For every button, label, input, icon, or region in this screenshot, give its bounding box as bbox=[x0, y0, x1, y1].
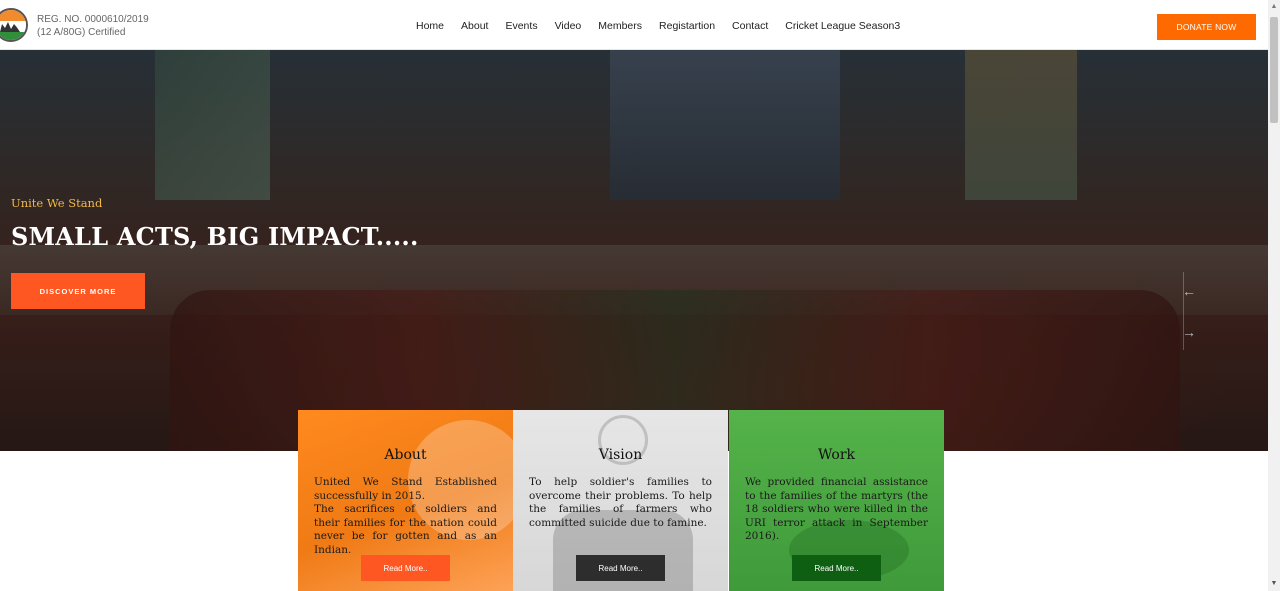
registration-info: REG. NO. 0000610/2019 (12 A/80G) Certifi… bbox=[37, 13, 149, 39]
nav-video[interactable]: Video bbox=[555, 20, 582, 32]
card-title: About bbox=[384, 447, 427, 463]
hero-title: SMALL ACTS, BIG IMPACT..... bbox=[11, 222, 419, 251]
read-more-button[interactable]: Read More.. bbox=[792, 555, 881, 581]
read-more-button[interactable]: Read More.. bbox=[361, 555, 450, 581]
card-text: We provided financial assistance to the … bbox=[745, 476, 928, 543]
nav-members[interactable]: Members bbox=[598, 20, 642, 32]
nav-events[interactable]: Events bbox=[505, 20, 537, 32]
registration-number: REG. NO. 0000610/2019 bbox=[37, 14, 149, 25]
card-about: About United We Stand Established succes… bbox=[298, 410, 513, 591]
card-text: United We Stand Established successfully… bbox=[314, 476, 497, 556]
nav-contact[interactable]: Contact bbox=[732, 20, 768, 32]
nav-home[interactable]: Home bbox=[416, 20, 444, 32]
scrollbar-thumb[interactable] bbox=[1270, 17, 1278, 123]
nav-registration[interactable]: Registartion bbox=[659, 20, 715, 32]
discover-more-button[interactable]: DISCOVER MORE bbox=[11, 273, 145, 309]
certification-text: (12 A/80G) Certified bbox=[37, 27, 126, 38]
nav-cricket-league[interactable]: Cricket League Season3 bbox=[785, 20, 900, 32]
logo-emblem-icon bbox=[0, 8, 28, 42]
logo[interactable] bbox=[0, 8, 28, 44]
page-scrollbar[interactable]: ▲ ▼ bbox=[1268, 0, 1280, 591]
card-title: Vision bbox=[598, 447, 643, 463]
main-nav: Home About Events Video Members Registar… bbox=[416, 20, 900, 32]
read-more-button[interactable]: Read More.. bbox=[576, 555, 665, 581]
nav-about[interactable]: About bbox=[461, 20, 488, 32]
hero-tagline: Unite We Stand bbox=[11, 196, 103, 210]
hero-slider: Unite We Stand SMALL ACTS, BIG IMPACT...… bbox=[0, 50, 1268, 451]
scroll-down-icon[interactable]: ▼ bbox=[1268, 577, 1280, 591]
donate-button[interactable]: DONATE NOW bbox=[1157, 14, 1256, 40]
card-work: Work We provided financial assistance to… bbox=[729, 410, 944, 591]
arrow-left-icon[interactable]: ← bbox=[1182, 284, 1198, 298]
arrow-right-icon[interactable]: → bbox=[1182, 325, 1198, 339]
site-header: REG. NO. 0000610/2019 (12 A/80G) Certifi… bbox=[0, 0, 1268, 50]
card-text: To help soldier's families to overcome t… bbox=[529, 476, 712, 529]
card-vision: Vision To help soldier's families to ove… bbox=[513, 410, 728, 591]
card-title: Work bbox=[817, 447, 856, 463]
scroll-up-icon[interactable]: ▲ bbox=[1268, 0, 1280, 14]
